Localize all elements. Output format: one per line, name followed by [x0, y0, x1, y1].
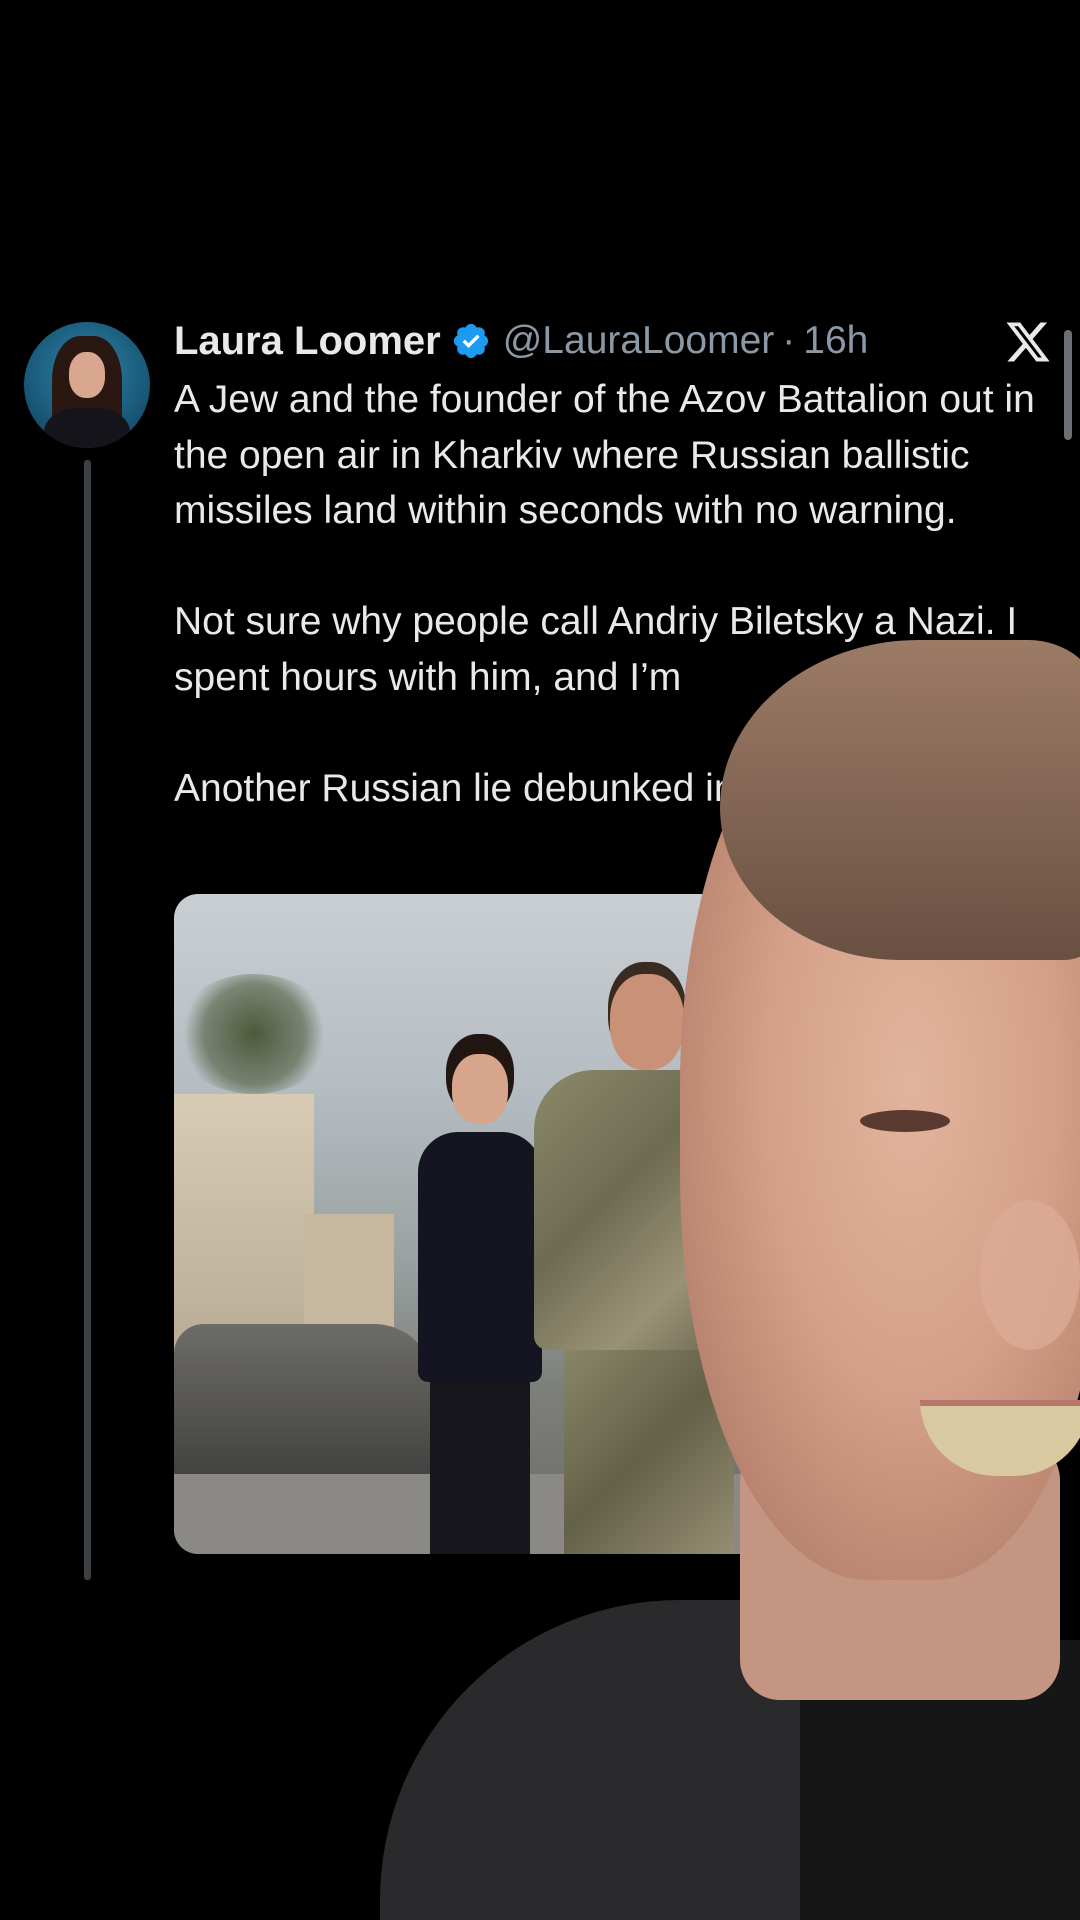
author-name[interactable]: Laura Loomer — [174, 319, 441, 364]
author-avatar[interactable] — [24, 322, 150, 448]
x-logo-icon — [1006, 322, 1050, 362]
tweet-paragraph: A Jew and the founder of the Azov Battal… — [174, 378, 1046, 532]
thread-line — [84, 460, 91, 1580]
scrollbar[interactable] — [1064, 330, 1072, 440]
tweet-header: Laura Loomer @LauraLoomer · 16h — [174, 316, 868, 366]
header-separator: · — [782, 319, 796, 362]
author-handle[interactable]: @LauraLoomer — [503, 319, 775, 363]
video-overlay-person — [380, 640, 1080, 1920]
tweet-timestamp[interactable]: 16h — [803, 319, 868, 363]
verified-badge-icon — [453, 323, 488, 359]
